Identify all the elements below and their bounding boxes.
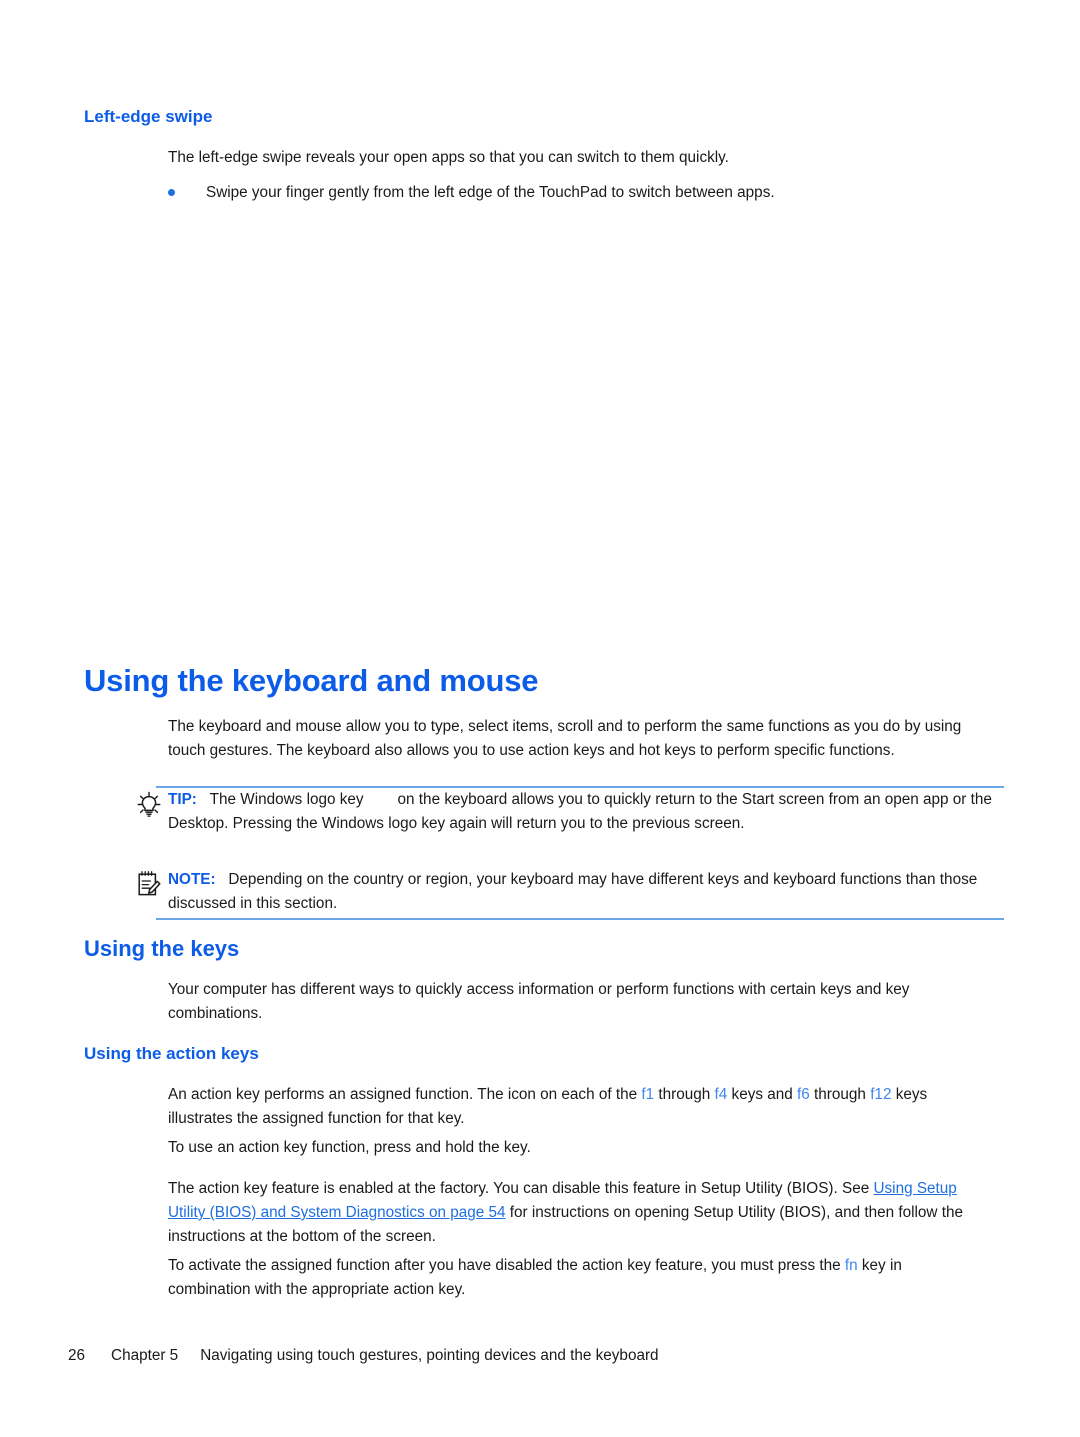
bullet-dot-icon [168, 189, 175, 196]
action-keys-text-a: An action key performs an assigned funct… [168, 1086, 642, 1103]
list-item-left-edge-swipe: Swipe your finger gently from the left e… [168, 181, 984, 205]
document-page: Left-edge swipe The left-edge swipe reve… [0, 0, 1080, 1437]
paragraph-action-keys-3: The action key feature is enabled at the… [168, 1177, 984, 1249]
footer-chapter: Chapter 5 [111, 1347, 179, 1364]
callout-note-label: NOTE: [168, 871, 216, 888]
callout-tip-text: TIP: The Windows logo key on the keyboard… [168, 788, 1004, 836]
key-ref-f4: f4 [714, 1086, 728, 1103]
action-keys-text-d: through [809, 1086, 871, 1103]
heading-using-the-action-keys: Using the action keys [84, 1044, 259, 1063]
key-ref-f1: f1 [641, 1086, 655, 1103]
key-ref-fn: fn [844, 1257, 858, 1274]
paragraph-keyboard-mouse-intro: The keyboard and mouse allow you to type… [168, 718, 962, 759]
notepad-pencil-icon [136, 870, 162, 898]
action-keys-text-b: through [654, 1086, 715, 1103]
key-ref-f6: f6 [797, 1086, 810, 1103]
action-keys-3-text-a: The action key feature is enabled at the… [168, 1180, 874, 1197]
heading-using-the-keys: Using the keys [84, 936, 240, 961]
key-ref-f12: f12 [870, 1086, 892, 1103]
callout-note-bottom-rule [156, 918, 1004, 920]
footer-page-number: 26 [68, 1347, 86, 1364]
action-keys-4-text-a: To activate the assigned function after … [168, 1257, 845, 1274]
paragraph-using-the-keys-intro: Your computer has different ways to quic… [168, 981, 910, 1022]
callout-tip-text-before-key: The Windows logo key [209, 791, 364, 808]
callout-tip-label: TIP: [168, 791, 197, 808]
footer-chapter-title: Navigating using touch gestures, pointin… [200, 1347, 659, 1364]
lightbulb-icon [136, 790, 162, 818]
heading-using-the-keyboard-and-mouse: Using the keyboard and mouse [84, 663, 539, 698]
callout-note-text: NOTE: Depending on the country or region… [168, 868, 1004, 916]
list-item-label: Swipe your finger gently from the left e… [206, 184, 775, 201]
callout-note-body: Depending on the country or region, your… [168, 871, 978, 912]
paragraph-left-edge-swipe-intro: The left-edge swipe reveals your open ap… [168, 149, 729, 166]
action-keys-text-c: keys and [727, 1086, 798, 1103]
paragraph-action-keys-1: An action key performs an assigned funct… [168, 1083, 984, 1131]
paragraph-action-keys-4: To activate the assigned function after … [168, 1254, 984, 1302]
heading-left-edge-swipe: Left-edge swipe [84, 107, 213, 126]
paragraph-action-keys-2: To use an action key function, press and… [168, 1139, 531, 1156]
page-footer: 26 Chapter 5 Navigating using touch gestur… [68, 1347, 659, 1365]
